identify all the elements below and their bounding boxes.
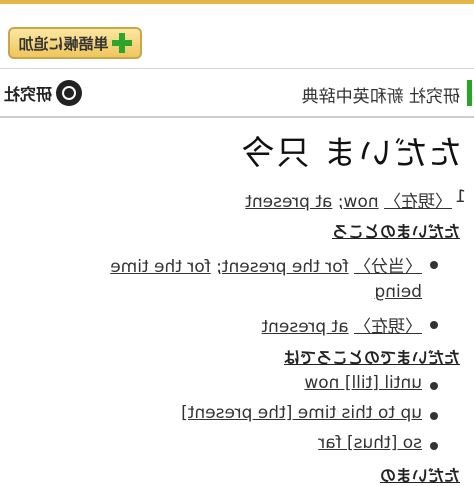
translation-link[interactable]: for the time: [110, 257, 211, 277]
translation-link-now[interactable]: now: [344, 192, 379, 212]
sense-number: 1: [455, 187, 466, 207]
translation-link[interactable]: being: [374, 282, 422, 302]
dictionary-title: 研究社 新和英中辞典: [301, 87, 460, 107]
translation-link[interactable]: for the present: [222, 257, 349, 277]
list-bullet: [430, 261, 438, 269]
mirrored-page: 単語帳に追加 研究社 新和英中辞典 研究社 ただいま 只今 1 〈現在〉 now…: [0, 0, 474, 485]
toolbar: 単語帳に追加: [0, 0, 474, 69]
list-bullet: [430, 382, 438, 390]
list-item: so [thus] far: [318, 433, 422, 453]
translation-link[interactable]: at present: [261, 317, 348, 337]
publisher-name: 研究社: [4, 85, 53, 104]
separator: ;: [337, 192, 344, 212]
dictionary-header: 研究社 新和英中辞典 研究社: [0, 70, 474, 118]
plus-icon: [112, 33, 132, 53]
list-bullet: [430, 321, 438, 329]
separator: ;: [216, 257, 222, 277]
list-bullet: [430, 412, 438, 420]
top-accent-line: [0, 0, 474, 4]
list-item: 〈現在〉 at present: [261, 312, 422, 337]
headword: ただいま 只今: [239, 133, 463, 172]
publisher-logo: 研究社: [4, 80, 83, 106]
sense-label-link[interactable]: 〈現在〉: [384, 192, 452, 212]
translation-link[interactable]: until [till] now: [304, 373, 422, 393]
list-item: until [till] now: [304, 373, 422, 393]
list-item: 〈当分〉 for the present; for the time: [110, 252, 422, 277]
list-item-continuation: being: [374, 282, 422, 302]
add-to-wordbook-button[interactable]: 単語帳に追加: [8, 27, 142, 59]
translation-link-at-present[interactable]: at present: [245, 192, 332, 212]
translation-link[interactable]: so [thus] far: [318, 433, 422, 453]
sense-label-link[interactable]: 〈現在〉: [354, 317, 422, 337]
sense-label-link[interactable]: 〈当分〉: [354, 257, 422, 277]
add-to-wordbook-label: 単語帳に追加: [18, 34, 109, 53]
subentry-heading: ただいまのところ: [331, 222, 460, 241]
subentry-heading-partial: ただいまの: [379, 466, 460, 485]
sense-1: 1 〈現在〉 now; at present: [0, 182, 474, 212]
list-bullet: [430, 442, 438, 450]
list-item: up to this time [the present]: [181, 403, 422, 423]
subentry-heading: ただいまでのところでは: [283, 348, 460, 367]
publisher-logo-icon: [56, 80, 83, 106]
translation-link[interactable]: up to this time [the present]: [181, 403, 422, 423]
header-accent-bar: [467, 80, 472, 106]
